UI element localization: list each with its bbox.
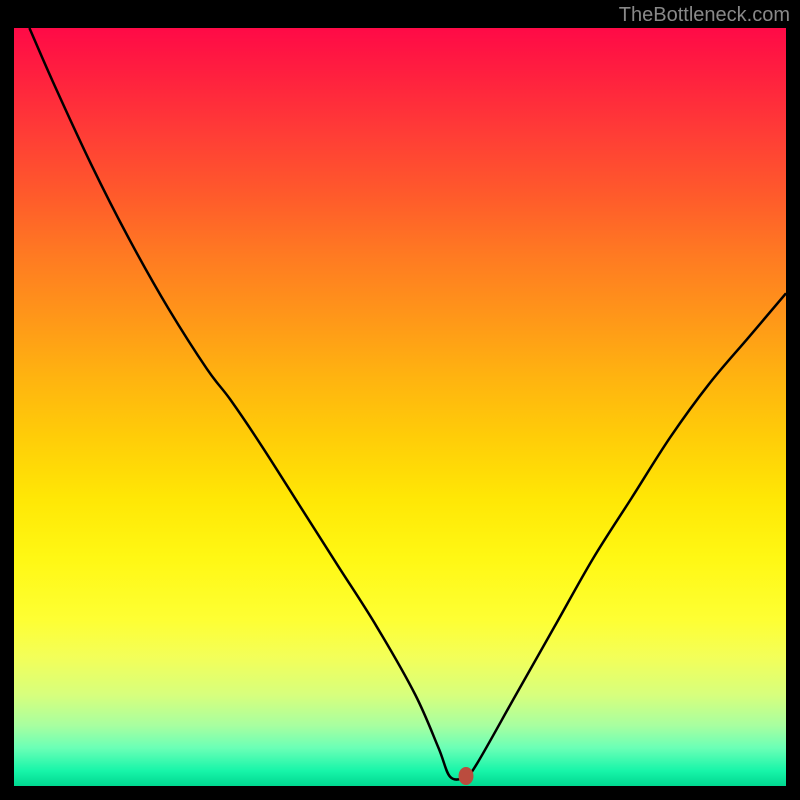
- minimum-marker: [459, 767, 474, 785]
- attribution-text: TheBottleneck.com: [619, 4, 790, 27]
- gradient-background: [14, 28, 786, 786]
- plot-area: [14, 28, 786, 786]
